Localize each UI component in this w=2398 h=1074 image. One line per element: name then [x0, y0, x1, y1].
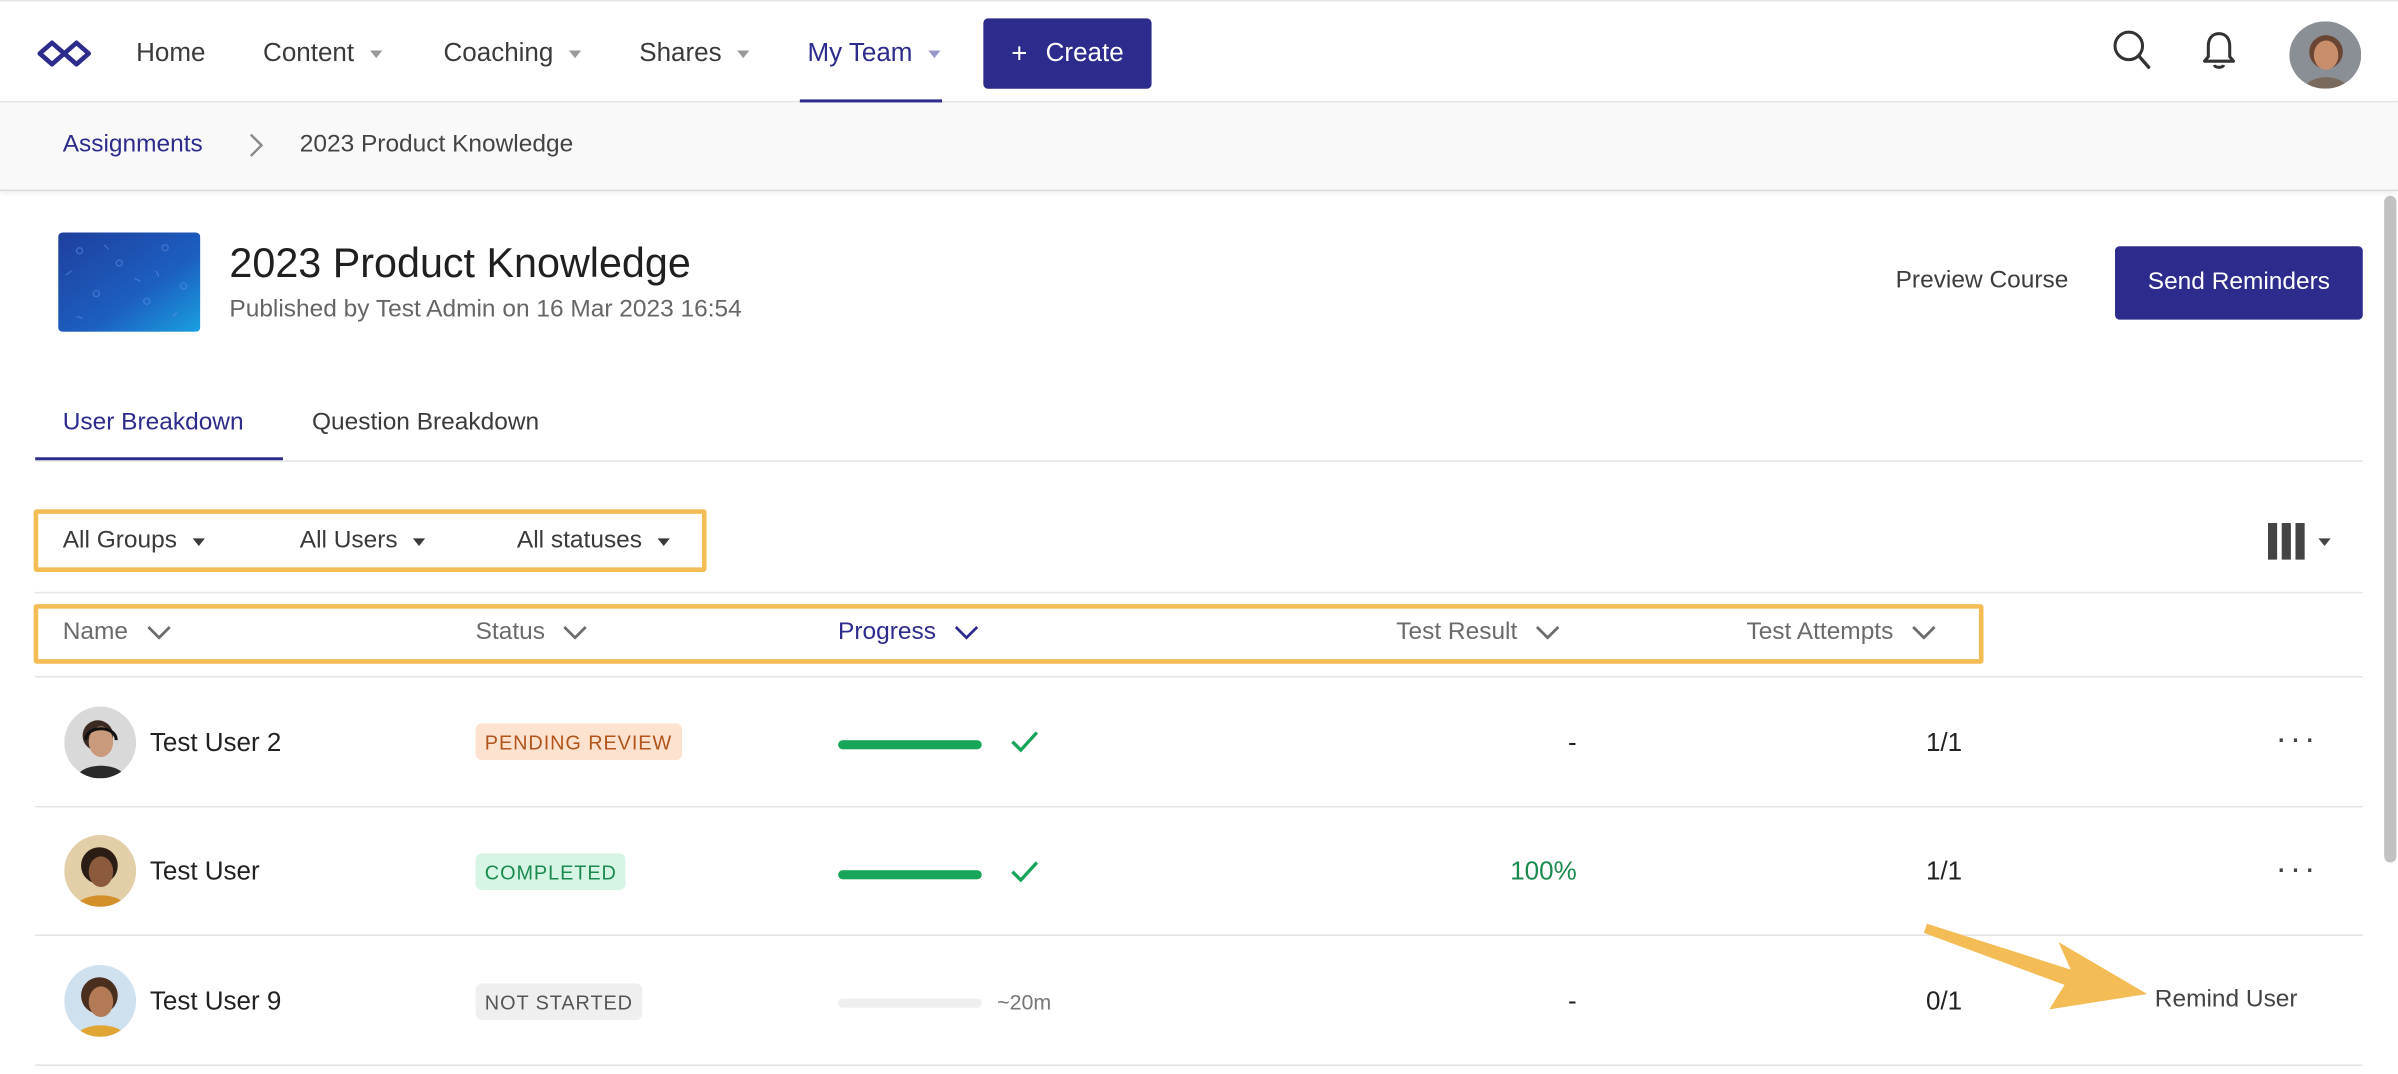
preview-course-button[interactable]: Preview Course [1869, 268, 2095, 296]
test-attempts: 1/1 [1925, 727, 1963, 758]
test-result: 100% [1510, 856, 1577, 886]
status-badge: PENDING REVIEW [475, 723, 682, 761]
user-name[interactable]: Test User 9 [150, 986, 281, 1017]
tab-divider [35, 460, 2363, 462]
groups-filter[interactable]: All Groups [63, 528, 205, 556]
column-header-name[interactable]: Name [63, 619, 171, 647]
groups-filter-label: All Groups [62, 527, 177, 554]
chevron-down-icon [1536, 626, 1560, 640]
row-divider [35, 1064, 2363, 1066]
test-attempts: 1/1 [1925, 856, 1963, 886]
nav-shares[interactable]: Shares [639, 38, 750, 69]
user-avatar[interactable] [2289, 21, 2362, 89]
bell-icon[interactable] [2202, 29, 2236, 79]
remind-user-button[interactable]: Remind User [2155, 986, 2298, 1014]
statuses-filter[interactable]: All statuses [517, 528, 670, 556]
chevron-down-icon [192, 537, 205, 546]
chevron-down-icon [927, 49, 940, 58]
page-subtitle: Published by Test Admin on 16 Mar 2023 1… [229, 296, 742, 323]
avatar [64, 834, 137, 907]
row-divider [35, 805, 2363, 808]
avatar [64, 706, 137, 779]
nav-content[interactable]: Content [263, 38, 382, 69]
chevron-down-icon [954, 626, 979, 640]
vertical-scrollbar[interactable] [2384, 195, 2397, 863]
column-status-label: Status [475, 619, 545, 646]
progress-bar [838, 870, 982, 880]
columns-icon [2267, 523, 2305, 560]
nav-coaching[interactable]: Coaching [443, 38, 581, 69]
tab-question-breakdown[interactable]: Question Breakdown [312, 410, 539, 438]
column-result-label: Test Result [1396, 619, 1518, 646]
avatar [64, 964, 137, 1037]
check-icon [1011, 729, 1039, 761]
column-header-status[interactable]: Status [476, 619, 588, 647]
statuses-filter-label: All statuses [516, 527, 643, 554]
progress-fill [838, 740, 982, 750]
check-icon [1011, 859, 1039, 891]
chevron-down-icon [568, 49, 581, 58]
chevron-down-icon [736, 49, 750, 58]
chevron-down-icon [2318, 537, 2331, 546]
status-badge: NOT STARTED [475, 983, 643, 1021]
search-icon[interactable] [2112, 29, 2152, 79]
plus-icon: + [1011, 38, 1028, 69]
status-badge: COMPLETED [475, 853, 626, 891]
nav-home-label: Home [136, 38, 206, 68]
nav-coaching-label: Coaching [443, 38, 554, 68]
chevron-down-icon [146, 626, 171, 640]
progress-bar [838, 740, 982, 750]
nav-content-label: Content [263, 38, 355, 68]
column-header-test-result[interactable]: Test Result [1396, 619, 1560, 647]
create-button[interactable]: + Create [983, 18, 1152, 89]
chevron-down-icon [1912, 626, 1936, 640]
row-divider [35, 675, 2363, 678]
more-options-icon[interactable]: ··· [2276, 719, 2319, 759]
chevron-down-icon [657, 537, 670, 546]
test-result: - [1568, 727, 1577, 758]
top-nav: Home Content Coaching Shares My Team + C… [0, 0, 2398, 103]
nav-my-team-label: My Team [807, 38, 913, 68]
column-header-progress[interactable]: Progress [838, 619, 979, 647]
columns-highlight [33, 604, 1984, 664]
users-filter[interactable]: All Users [299, 527, 426, 556]
tab-user-breakdown[interactable]: User Breakdown [63, 410, 244, 438]
more-options-icon[interactable]: ··· [2276, 849, 2319, 889]
users-filter-label: All Users [299, 527, 398, 554]
progress-bar [838, 998, 982, 1008]
progress-fill [838, 870, 982, 880]
chevron-down-icon [369, 49, 382, 58]
page-title: 2023 Product Knowledge [229, 240, 691, 286]
table-top-divider [35, 591, 2363, 594]
column-attempts-label: Test Attempts [1746, 619, 1894, 646]
nav-home[interactable]: Home [136, 38, 205, 69]
chevron-down-icon [412, 537, 426, 546]
breadcrumb-current: 2023 Product Knowledge [299, 131, 574, 158]
breadcrumb: Assignments 2023 Product Knowledge [0, 102, 2398, 192]
column-progress-label: Progress [838, 619, 936, 646]
user-name[interactable]: Test User 2 [150, 728, 281, 759]
user-name[interactable]: Test User [150, 856, 260, 887]
annotation-arrow-icon [1921, 915, 2150, 1021]
time-estimate: ~20m [997, 989, 1052, 1014]
chevron-down-icon [563, 626, 588, 640]
infinity-logo-icon[interactable] [35, 38, 93, 76]
breadcrumb-assignments-link[interactable]: Assignments [63, 132, 203, 160]
column-header-test-attempts[interactable]: Test Attempts [1746, 619, 1936, 647]
send-reminders-button[interactable]: Send Reminders [2115, 246, 2363, 320]
test-result: - [1568, 986, 1577, 1016]
create-label: Create [1045, 38, 1124, 68]
course-thumbnail [58, 232, 201, 332]
column-name-label: Name [62, 619, 128, 646]
column-picker-button[interactable] [2267, 523, 2331, 560]
nav-shares-label: Shares [639, 38, 722, 68]
chevron-right-icon [246, 133, 264, 165]
nav-my-team[interactable]: My Team [807, 38, 940, 69]
